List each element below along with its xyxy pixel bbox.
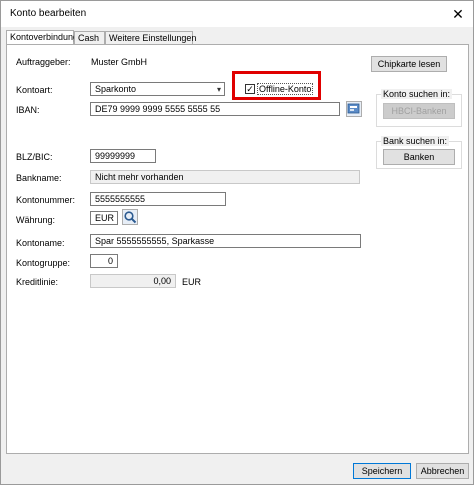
close-icon[interactable]: ✕ [449, 5, 467, 23]
dialog-window: Konto bearbeiten ✕ Kontoverbindung Cash … [0, 0, 474, 485]
kontoname-label: Kontoname: [16, 238, 65, 248]
speichern-button[interactable]: Speichern [353, 463, 411, 479]
search-icon [124, 211, 137, 224]
kontoart-select[interactable]: Sparkonto ▾ [90, 82, 225, 96]
bankname-field: Nicht mehr vorhanden [90, 170, 360, 184]
kreditlinie-field: 0,00 [90, 274, 176, 288]
window-title: Konto bearbeiten [10, 8, 87, 19]
waehrung-label: Währung: [16, 215, 56, 225]
title-bar: Konto bearbeiten ✕ [1, 1, 473, 27]
kontonummer-field[interactable]: 5555555555 [90, 192, 226, 206]
kreditlinie-label: Kreditlinie: [16, 277, 59, 287]
bankname-label: Bankname: [16, 173, 62, 183]
kreditlinie-unit: EUR [182, 277, 202, 287]
auftraggeber-label: Auftraggeber: [16, 57, 71, 67]
chipkarte-lesen-button[interactable]: Chipkarte lesen [371, 56, 447, 72]
blz-label: BLZ/BIC: [16, 152, 53, 162]
auftraggeber-value: Muster GmbH [91, 57, 148, 67]
kontogruppe-field[interactable]: 0 [90, 254, 118, 268]
abbrechen-button[interactable]: Abbrechen [416, 463, 469, 479]
waehrung-field[interactable]: EUR [90, 211, 118, 225]
bank-suchen-label: Bank suchen in: [381, 136, 450, 146]
offline-konto-label[interactable]: Offline-Konto [257, 83, 314, 95]
waehrung-search-button[interactable] [122, 209, 138, 225]
kontogruppe-label: Kontogruppe: [16, 258, 71, 268]
hbci-banken-button[interactable]: HBCI-Banken [383, 103, 455, 119]
kontoart-value: Sparkonto [95, 84, 137, 94]
kontonummer-label: Kontonummer: [16, 195, 76, 205]
iban-lookup-button[interactable] [346, 101, 362, 117]
iban-label: IBAN: [16, 105, 40, 115]
tab-cash[interactable]: Cash [74, 31, 105, 45]
konto-suchen-label: Konto suchen in: [381, 89, 453, 99]
tab-kontoverbindung[interactable]: Kontoverbindung [6, 30, 78, 45]
blz-field[interactable]: 99999999 [90, 149, 156, 163]
offline-konto-checkbox[interactable]: ✓ [245, 84, 255, 94]
chevron-down-icon: ▾ [216, 85, 221, 94]
iban-field[interactable]: DE79 9999 9999 5555 5555 55 [90, 102, 340, 116]
banken-button[interactable]: Banken [383, 149, 455, 165]
kontoname-field[interactable]: Spar 5555555555, Sparkasse [90, 234, 361, 248]
tab-weitere-einstellungen[interactable]: Weitere Einstellungen [105, 31, 196, 45]
kontoart-label: Kontoart: [16, 85, 53, 95]
bank-card-icon [347, 103, 360, 114]
